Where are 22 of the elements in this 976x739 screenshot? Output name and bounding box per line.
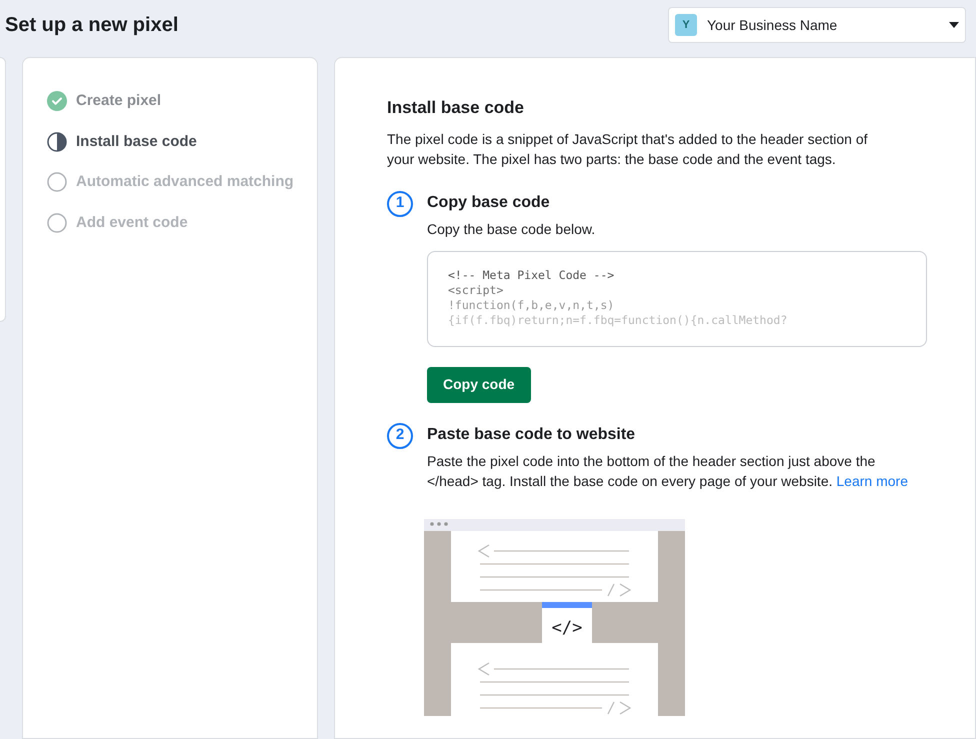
step-label[interactable]: Install base code	[76, 130, 197, 153]
code-line: <!-- Meta Pixel Code -->	[448, 268, 616, 282]
code-line: !function(f,b,e,v,n,t,s)	[448, 298, 616, 312]
section-title: Install base code	[387, 97, 525, 119]
instruction-text: Copy the base code below.	[427, 220, 596, 238]
code-line: <script>	[448, 282, 504, 298]
step-number: 2	[387, 422, 413, 448]
account-avatar: Y	[675, 14, 697, 36]
code-line: {if(f.fbq)return;n=f.fbq=function(){n.callMethod?	[448, 312, 788, 328]
step-number: 1	[387, 190, 413, 216]
account-name: Your Business Name	[707, 16, 838, 34]
instruction-title: Paste base code to website	[427, 424, 636, 444]
step-label[interactable]: Create pixel	[76, 90, 162, 112]
instruction-title: Copy base code	[427, 192, 551, 212]
caret-icon	[949, 22, 959, 28]
learn-more-link[interactable]: Learn more	[836, 472, 908, 488]
copy-code-button[interactable]: Copy code	[427, 366, 531, 402]
code-tag-label: </>	[552, 618, 582, 638]
account-dropdown[interactable]: Y Your Business Name	[668, 7, 966, 43]
instruction-text: Paste the pixel code into the bottom of the header section just above the </head> tag. Install the base code on every page of your website. Learn more	[427, 452, 909, 490]
page-title: Set up a new pixel	[5, 13, 178, 38]
intro-text: The pixel code is a snippet of JavaScript that's added to the header section of your website. The pixel has two parts: the base code and the event tags.	[387, 130, 869, 168]
